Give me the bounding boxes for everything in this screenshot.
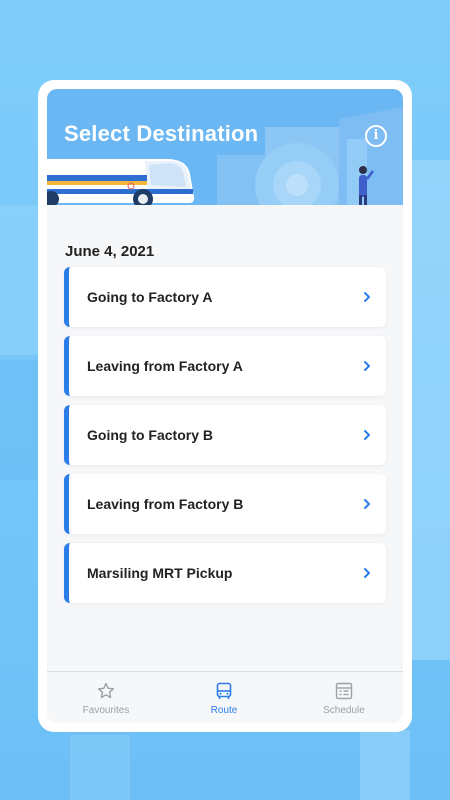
header-illustration	[47, 107, 403, 205]
info-icon[interactable]: i	[365, 125, 387, 147]
tab-label: Schedule	[323, 705, 365, 716]
chevron-right-icon	[364, 292, 370, 302]
route-item-label: Going to Factory A	[87, 289, 213, 305]
route-item-marsiling-mrt-pickup[interactable]: Marsiling MRT Pickup	[64, 543, 386, 603]
route-item-label: Marsiling MRT Pickup	[87, 565, 233, 581]
app-screen: Select Destination i June 4, 2021 Going …	[47, 89, 403, 723]
route-item-leaving-from-factory-a[interactable]: Leaving from Factory A	[64, 336, 386, 396]
tab-schedule[interactable]: Schedule	[285, 672, 403, 723]
route-item-going-to-factory-b[interactable]: Going to Factory B	[64, 405, 386, 465]
chevron-right-icon	[364, 430, 370, 440]
background-decoration	[360, 730, 410, 800]
route-item-going-to-factory-a[interactable]: Going to Factory A	[64, 267, 386, 327]
schedule-icon	[335, 682, 353, 700]
route-item-leaving-from-factory-b[interactable]: Leaving from Factory B	[64, 474, 386, 534]
route-item-label: Leaving from Factory B	[87, 496, 244, 512]
background-decoration	[410, 160, 450, 660]
background-decoration	[70, 735, 130, 800]
route-item-label: Going to Factory B	[87, 427, 213, 443]
tab-route[interactable]: Route	[165, 672, 283, 723]
tab-label: Favourites	[82, 705, 130, 716]
bottom-tab-bar: Favourites Route Schedule	[47, 671, 403, 723]
page-title: Select Destination	[64, 121, 259, 146]
background-decoration	[0, 360, 40, 480]
chevron-right-icon	[364, 568, 370, 578]
tab-favourites[interactable]: Favourites	[47, 672, 165, 723]
tab-label: Route	[210, 705, 238, 716]
chevron-right-icon	[364, 361, 370, 371]
bus-icon	[216, 682, 232, 699]
date-label: June 4, 2021	[65, 243, 155, 260]
route-item-label: Leaving from Factory A	[87, 358, 243, 374]
chevron-right-icon	[364, 499, 370, 509]
star-icon	[97, 682, 115, 699]
app-card: Select Destination i June 4, 2021 Going …	[38, 80, 412, 732]
header: Select Destination i	[47, 89, 403, 205]
